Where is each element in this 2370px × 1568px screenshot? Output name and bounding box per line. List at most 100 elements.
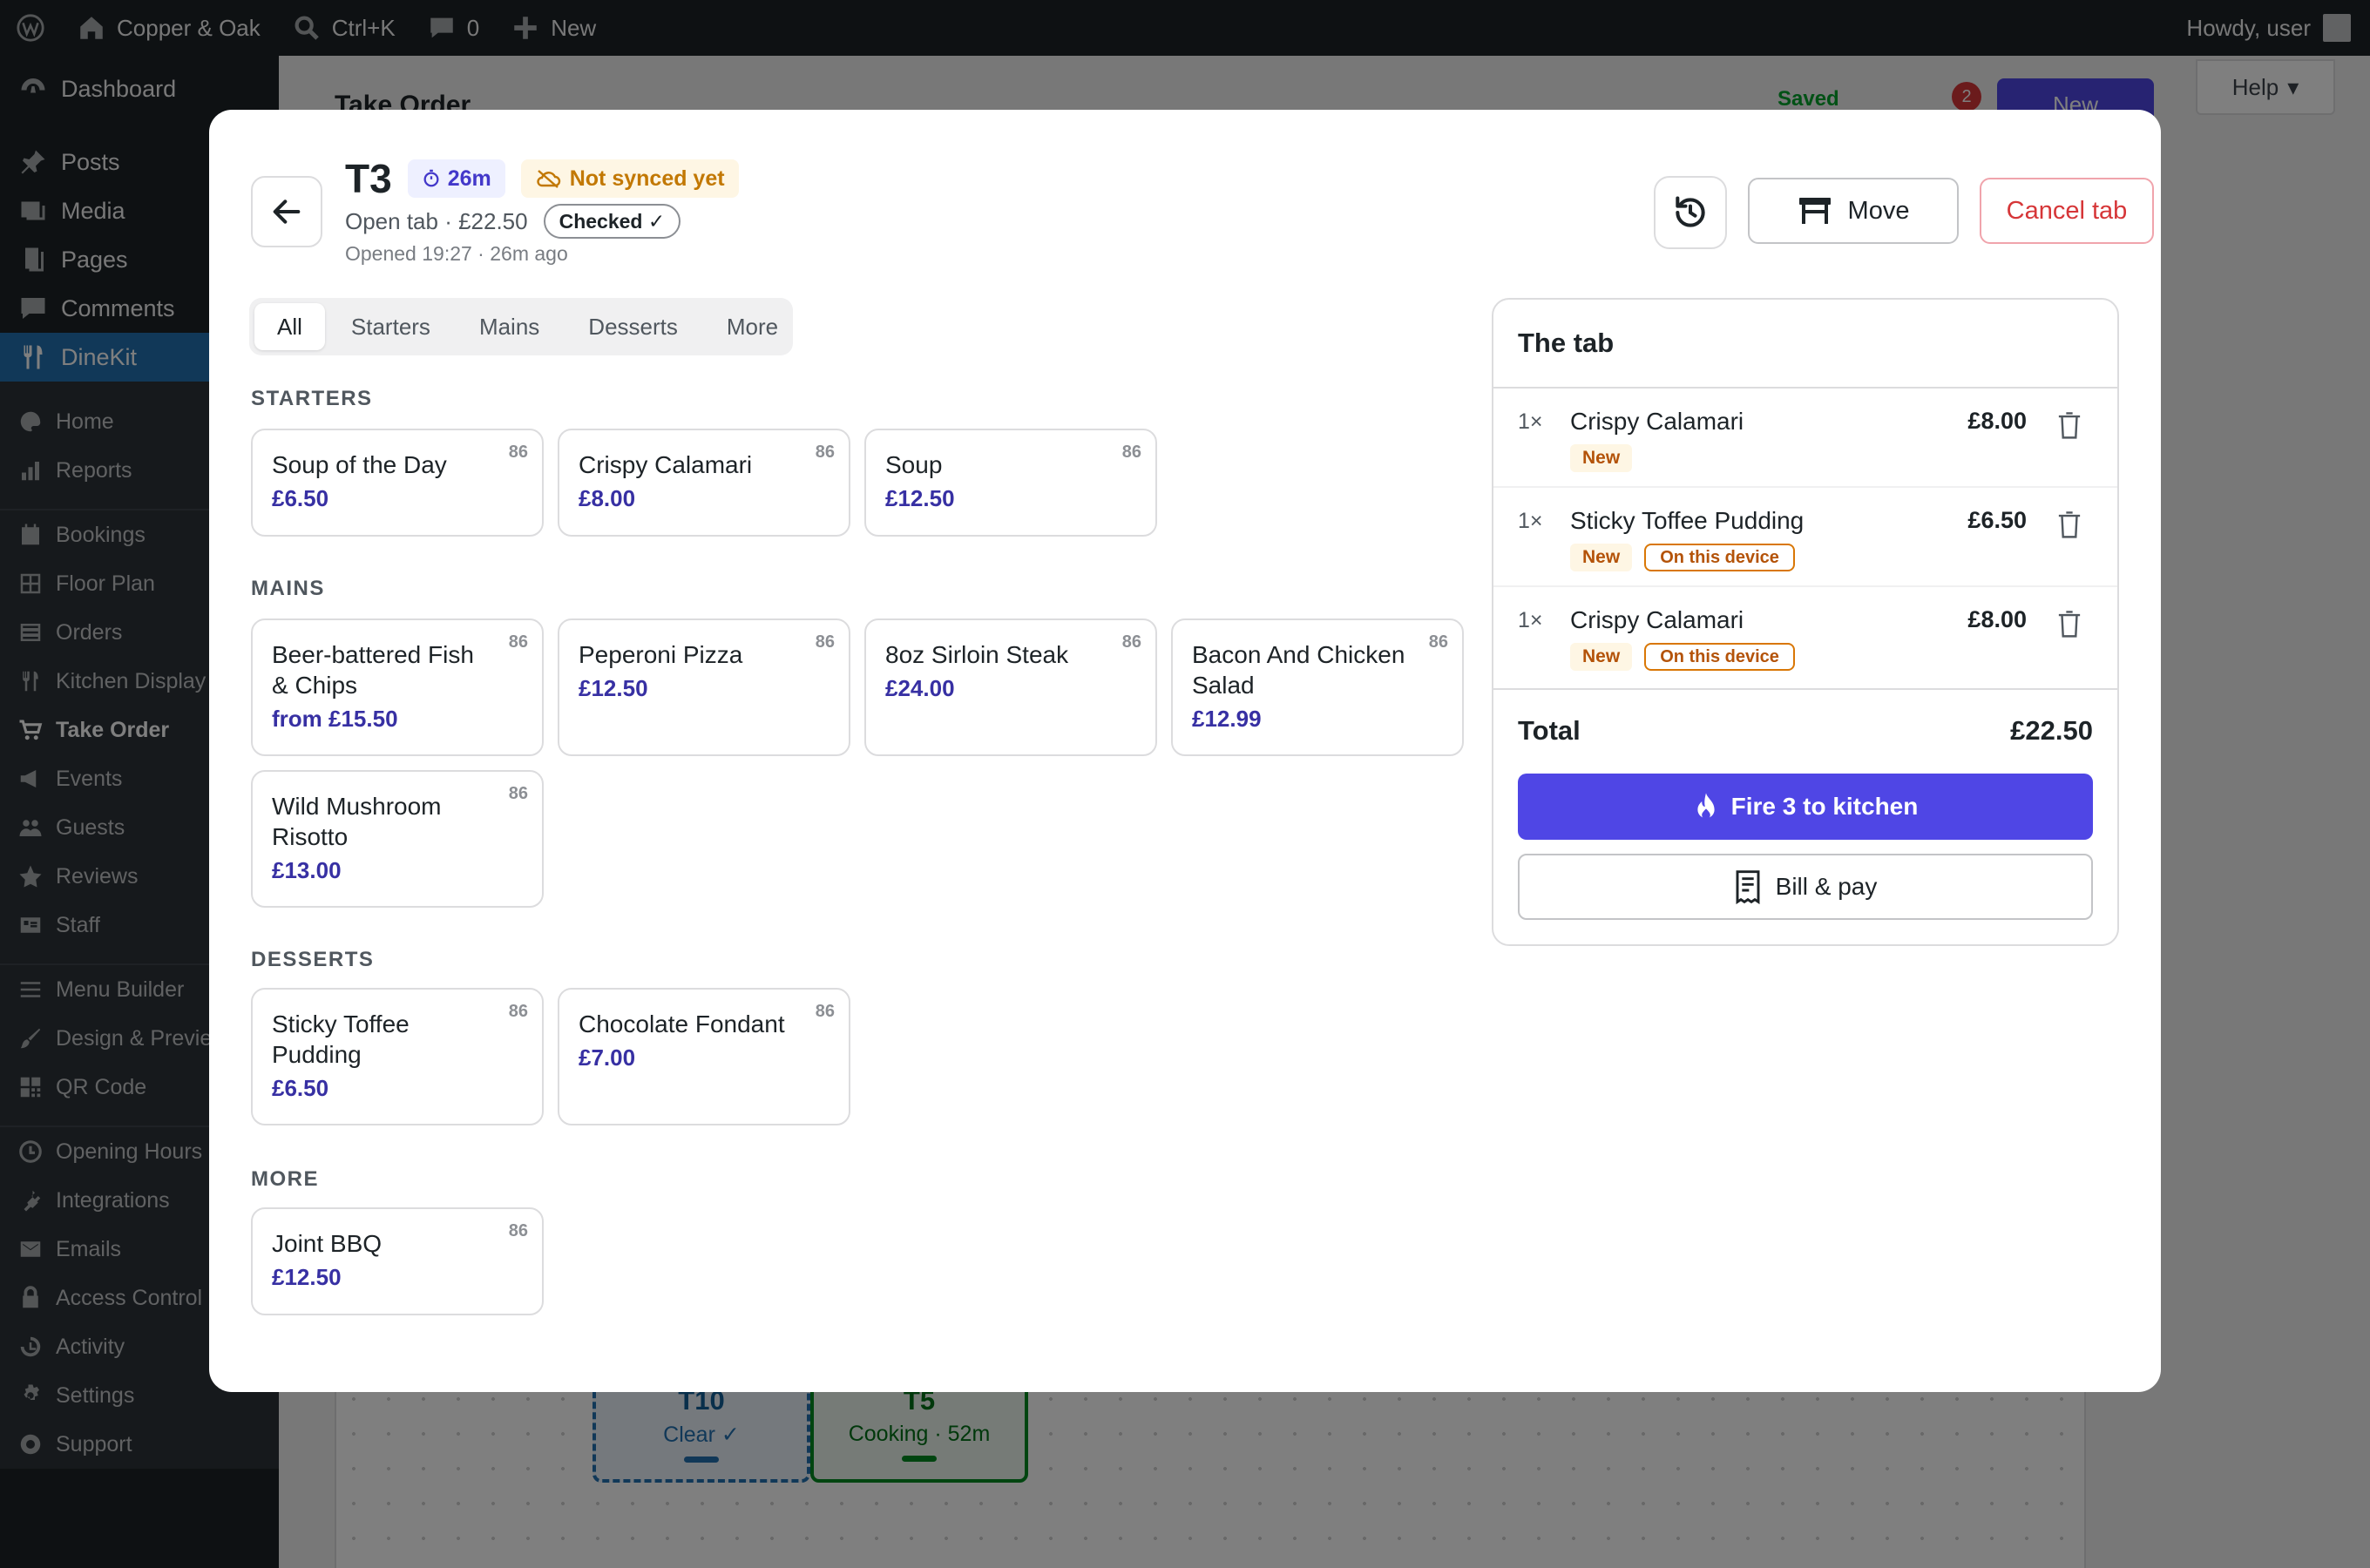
on-device-badge: On this device [1644,643,1795,671]
menu-item-card[interactable]: Sticky Toffee Pudding £6.50 86 [251,988,544,1125]
menu-item-price: £12.99 [1192,706,1262,732]
table-icon [1798,198,1831,224]
stock-count: 86 [508,632,528,652]
menu-item-name: Beer-battered Fish & Chips [272,641,474,699]
menu-item-card[interactable]: Soup of the Day £6.50 86 [251,429,544,537]
bill-label: Bill & pay [1775,873,1878,900]
stock-count: 86 [1428,632,1448,652]
new-badge: New [1570,444,1633,472]
menu-item-name: Peperoni Pizza [579,641,743,668]
total-label: Total [1518,715,1581,746]
menu-item-price: £6.50 [272,1075,329,1101]
menu-item-card[interactable]: Soup £12.50 86 [864,429,1157,537]
menu-item-price: £7.00 [579,1044,636,1071]
stock-count: 86 [508,443,528,462]
line-name: Sticky Toffee Pudding [1570,507,1805,534]
line-qty: 1× [1518,608,1543,632]
menu-item-price: £6.50 [272,485,329,511]
history-button[interactable] [1654,176,1727,249]
section-heading-more: MORE [251,1167,319,1191]
section-heading-desserts: DESSERTS [251,948,375,971]
stock-count: 86 [1121,443,1141,462]
menu-item-card[interactable]: Chocolate Fondant £7.00 86 [558,988,850,1125]
tab-desserts[interactable]: Desserts [565,303,701,350]
menu-item-card[interactable]: Wild Mushroom Risotto £13.00 86 [251,770,544,908]
menu-item-card[interactable]: Bacon And Chicken Salad £12.99 86 [1171,618,1464,756]
line-badges: New On this device [1570,544,1795,571]
bill-and-pay-button[interactable]: Bill & pay [1518,854,2093,920]
back-button[interactable] [251,176,322,247]
tab-line-item[interactable]: 1× Crispy Calamari £8.00 New On this dev… [1493,587,2117,686]
tab-all[interactable]: All [254,303,325,350]
menu-item-price: £12.50 [272,1264,342,1290]
line-qty: 1× [1518,409,1543,434]
tab-starters[interactable]: Starters [328,303,453,350]
stock-count: 86 [1121,632,1141,652]
menu-item-price: £12.50 [579,675,648,701]
menu-item-name: 8oz Sirloin Steak [885,641,1069,668]
flame-icon [1697,793,1715,820]
tab-more[interactable]: More [704,303,801,350]
stock-count: 86 [508,1002,528,1021]
tab-panel: The tab 1× Crispy Calamari £8.00 New 1× … [1492,298,2119,946]
menu-item-card[interactable]: Beer-battered Fish & Chips from £15.50 8… [251,618,544,756]
menu-item-card[interactable]: Joint BBQ £12.50 86 [251,1207,544,1315]
menu-item-name: Wild Mushroom Risotto [272,793,442,850]
cancel-tab-button[interactable]: Cancel tab [1980,178,2154,244]
trash-icon[interactable] [2056,610,2082,639]
new-badge: New [1570,544,1633,571]
stock-count: 86 [815,632,835,652]
tab-panel-title: The tab [1493,300,2117,389]
fire-to-kitchen-button[interactable]: Fire 3 to kitchen [1518,774,2093,840]
menu-item-name: Crispy Calamari [579,451,753,478]
new-badge: New [1570,643,1633,671]
menu-item-card[interactable]: Crispy Calamari £8.00 86 [558,429,850,537]
stock-count: 86 [508,1221,528,1240]
line-qty: 1× [1518,509,1543,533]
section-heading-starters: STARTERS [251,387,373,410]
stock-count: 86 [508,784,528,803]
cloud-off-icon [537,170,560,188]
tab-summary: Open tab · £22.50 [345,207,528,234]
on-device-badge: On this device [1644,544,1795,571]
arrow-left-icon [273,199,301,224]
menu-item-card[interactable]: 8oz Sirloin Steak £24.00 86 [864,618,1157,756]
move-button[interactable]: Move [1748,178,1959,244]
line-badges: New [1570,444,1633,472]
table-number: T3 [345,156,392,201]
line-name: Crispy Calamari [1570,606,1744,633]
line-price: £6.50 [1967,507,2027,533]
menu-item-name: Soup of the Day [272,451,447,478]
move-label: Move [1847,196,1910,225]
stock-count: 86 [815,1002,835,1021]
opened-time: Opened 19:27 · 26m ago [345,242,568,265]
tab-total-row: Total £22.50 [1493,688,2117,772]
tab-header: T3 26m Not synced yet [345,155,739,202]
category-filter-tabs: All Starters Mains Desserts More [249,298,793,355]
fire-label: Fire 3 to kitchen [1730,793,1919,820]
menu-item-name: Bacon And Chicken Salad [1192,641,1405,699]
tab-line-item[interactable]: 1× Sticky Toffee Pudding £6.50 New On th… [1493,488,2117,587]
line-name: Crispy Calamari [1570,408,1744,435]
menu-item-name: Soup [885,451,943,478]
section-heading-mains: MAINS [251,577,325,600]
trash-icon[interactable] [2056,510,2082,540]
checked-badge[interactable]: Checked ✓ [543,204,681,239]
tab-mains[interactable]: Mains [457,303,562,350]
menu-item-card[interactable]: Peperoni Pizza £12.50 86 [558,618,850,756]
tab-subheader: Open tab · £22.50 Checked ✓ [345,204,681,239]
total-value: £22.50 [2010,715,2093,746]
menu-item-price: £12.50 [885,485,955,511]
menu-item-name: Sticky Toffee Pudding [272,1010,410,1068]
menu-item-name: Joint BBQ [272,1230,383,1257]
line-price: £8.00 [1967,408,2027,434]
elapsed-text: 26m [447,166,491,191]
line-badges: New On this device [1570,643,1795,671]
stopwatch-icon [423,169,439,187]
tab-line-item[interactable]: 1× Crispy Calamari £8.00 New [1493,389,2117,488]
menu-item-price: from £15.50 [272,706,398,732]
trash-icon[interactable] [2056,411,2082,441]
sync-status-text: Not synced yet [569,166,725,191]
sync-status-badge: Not synced yet [520,159,739,198]
tab-modal: T3 26m Not synced yet Open tab · £22.50 … [209,110,2161,1392]
